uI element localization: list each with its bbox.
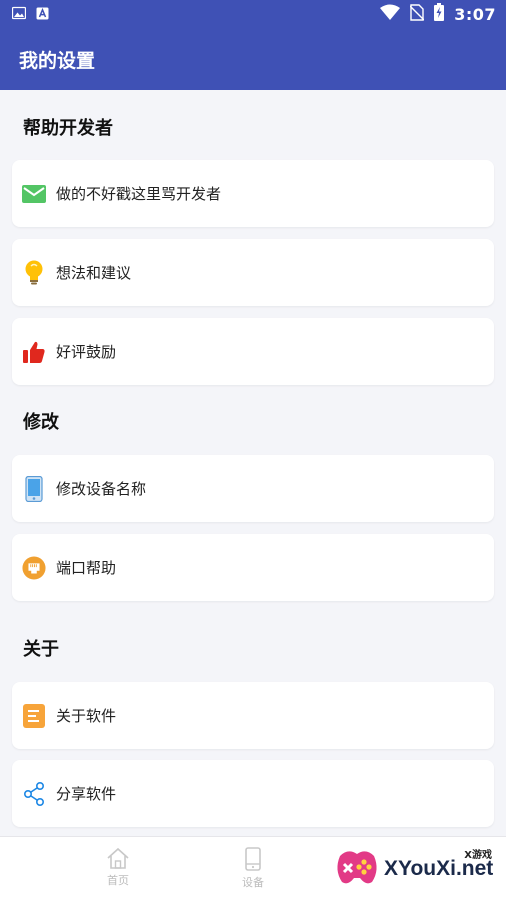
status-left <box>11 5 49 24</box>
wifi-icon <box>380 4 401 24</box>
status-time: 3:07 <box>454 4 496 24</box>
settings-item-ideas-suggestions[interactable]: 想法和建议 <box>12 239 494 306</box>
nav-item-label: 设备 <box>242 876 264 889</box>
settings-item-label: 分享软件 <box>56 785 117 803</box>
font-notification-icon <box>36 5 49 24</box>
settings-item-label: 修改设备名称 <box>56 480 147 498</box>
settings-item-label: 做的不好戳这里骂开发者 <box>56 185 222 203</box>
settings-item-feedback-complaint[interactable]: 做的不好戳这里骂开发者 <box>12 160 494 227</box>
settings-item-label: 想法和建议 <box>56 264 132 282</box>
nav-item-devices[interactable]: 设备 <box>223 847 283 890</box>
watermark-tag: X游戏 <box>464 850 492 861</box>
settings-item-good-rating[interactable]: 好评鼓励 <box>12 318 494 385</box>
nav-item-label: 首页 <box>107 874 129 887</box>
mail-icon <box>22 182 46 206</box>
settings-item-about-app[interactable]: 关于软件 <box>12 682 494 749</box>
document-icon <box>22 703 46 728</box>
section-title-modify: 修改 <box>23 412 59 433</box>
share-icon <box>22 781 46 806</box>
settings-item-share-app[interactable]: 分享软件 <box>12 760 494 827</box>
thumbs-up-icon <box>22 340 46 364</box>
device-icon <box>244 847 262 874</box>
nav-item-home[interactable]: 首页 <box>88 847 148 888</box>
settings-item-label: 关于软件 <box>56 707 117 725</box>
phone-icon <box>22 475 46 502</box>
page-title: 我的设置 <box>19 49 96 72</box>
settings-item-label: 好评鼓励 <box>56 343 117 361</box>
battery-charging-icon <box>434 3 445 25</box>
image-notification-icon <box>11 5 27 24</box>
home-icon <box>106 847 130 872</box>
section-title-help-developer: 帮助开发者 <box>23 118 113 139</box>
settings-item-port-help[interactable]: 端口帮助 <box>12 534 494 601</box>
app-bar: 我的设置 <box>0 28 506 90</box>
section-title-about: 关于 <box>23 639 59 660</box>
lightbulb-icon <box>22 260 46 285</box>
watermark: XYouXi.net X游戏 <box>334 840 504 898</box>
no-sim-icon <box>409 3 425 25</box>
settings-item-label: 端口帮助 <box>56 559 117 577</box>
status-right: 3:07 <box>380 3 496 25</box>
gamepad-logo-icon <box>334 846 380 892</box>
ethernet-port-icon <box>22 555 46 580</box>
settings-item-rename-device[interactable]: 修改设备名称 <box>12 455 494 522</box>
status-bar: 3:07 <box>0 0 506 28</box>
